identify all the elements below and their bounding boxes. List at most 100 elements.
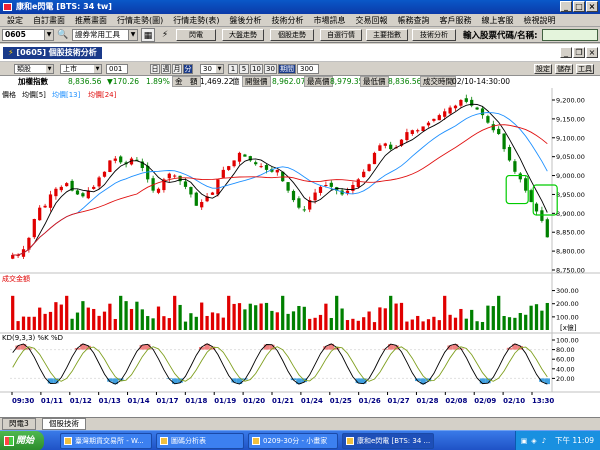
panel-minimize-button[interactable]: _ [560,47,572,58]
candle-body [518,173,522,180]
candle-body [367,164,371,171]
volume-icon[interactable]: ♪ [540,437,548,445]
x-axis-label: 01/17 [156,397,178,405]
task-item-futures[interactable]: 臺灣期貨交易所 - W... [60,433,152,449]
flash-button[interactable]: 閃電 [176,29,216,41]
range-period-button[interactable]: 期間 [278,64,296,74]
close-button[interactable]: × [586,1,598,12]
period-week-button[interactable]: 週 [161,64,171,74]
volume-bar [270,310,274,330]
menu-customer-service[interactable]: 客戶服務 [435,15,477,26]
volume-bar [497,295,501,330]
ma24-line [12,124,548,256]
lightning-icon[interactable]: ⚡ [158,28,172,42]
candle-body [38,207,42,221]
volume-bar [416,315,420,330]
volume-bar [200,302,204,330]
market-select[interactable]: 上市 ▼ [60,64,102,74]
volume-bar [518,312,522,330]
count-field[interactable]: 300 [297,64,319,74]
menu-settings[interactable]: 設定 [2,15,28,26]
volume-bar [351,318,355,330]
volume-bar [394,303,398,330]
volume-bar [65,295,69,330]
range-10-button[interactable]: 10 [250,64,263,74]
candle-body [194,192,198,206]
volume-bar [43,313,47,330]
volume-bar [426,319,431,330]
menu-quote-table[interactable]: 行情走勢(表) [168,15,224,26]
watchlist-button[interactable]: 自選行情 [320,29,362,41]
tab-stock-tech[interactable]: 個股技術 [42,418,86,430]
stock-code-select[interactable]: 0605 ▼ [2,29,54,41]
code-select[interactable]: 001 [106,64,128,74]
range-5-button[interactable]: 5 [239,64,249,74]
menu-market-news[interactable]: 市場訊息 [309,15,351,26]
calculator-icon[interactable]: ▦ [141,28,155,42]
major-index-button[interactable]: 主要指數 [366,29,408,41]
menu-help[interactable]: 檢視說明 [519,15,561,26]
tech-analysis-button[interactable]: 技術分析 [412,29,456,41]
range-30-button[interactable]: 30 [264,64,277,74]
x-axis-label: 01/11 [41,397,63,405]
candle-body [210,192,215,195]
search-icon[interactable]: 🔍 [56,28,70,42]
index-change-pct: 1.89% [146,77,170,86]
volume-bar [54,302,58,330]
panel-restore-button[interactable]: ❐ [573,47,585,58]
menu-online-support[interactable]: 線上客服 [477,15,519,26]
menu-account-query[interactable]: 帳務查詢 [393,15,435,26]
period-minute-button[interactable]: 分 [183,64,193,74]
volume-bar [470,309,474,330]
candle-body [453,105,458,109]
menu-custom-view[interactable]: 自訂畫面 [28,15,70,26]
candle-body [421,126,425,131]
minute-select[interactable]: 30 ▼ [200,64,224,74]
volume-bar [356,320,360,330]
task-item-paint[interactable]: 0209-30分 - 小畫家 [248,433,338,449]
stock-trend-button[interactable]: 個股走勢 [270,29,314,41]
panel-close-button[interactable]: × [586,47,598,58]
candle-body [227,166,231,170]
price-axis-label: 9,200.00 [556,97,585,105]
network-icon[interactable]: ▣ [520,437,528,445]
x-axis-label: 01/14 [128,397,150,405]
menu-trade-report[interactable]: 交易回報 [351,15,393,26]
stock-input-field[interactable] [542,29,598,41]
chart-svg[interactable]: 價格 均價[5] 均價[13] 均價[24] 成交金額 KD(9,3,3) %K %D [x… [0,88,600,417]
volume-bar [173,295,177,330]
chart-area[interactable]: 價格 均價[5] 均價[13] 均價[24] 成交金額 KD(9,3,3) %K %D [x… [0,88,600,417]
task-item-flash[interactable]: 康和e閃電 [BTS: 34 ... [342,433,434,449]
period-day-button[interactable]: 日 [150,64,160,74]
shield-icon[interactable]: ◈ [530,437,538,445]
volume-bar [340,308,344,330]
save-button[interactable]: 儲存 [555,64,573,74]
kd-oversold-area [479,378,486,384]
volume-bar [459,308,463,330]
volume-bar [254,305,258,330]
app-icon [3,3,12,11]
tool-select[interactable]: 證券常用工具 ▼ [72,29,138,41]
x-axis-label: 01/24 [301,397,323,405]
menu-quote-chart[interactable]: 行情走勢(圖) [112,15,168,26]
start-label: 開始 [16,436,35,446]
x-axis-label: 13:30 [532,397,554,405]
task-item-chart-table[interactable]: 圖碼分析表 [156,433,244,449]
tab-flash3[interactable]: 閃電3 [2,418,36,430]
minimize-button[interactable]: _ [560,1,572,12]
range-1-button[interactable]: 1 [228,64,238,74]
candle-body [416,130,420,132]
candle-body [183,181,188,187]
start-button[interactable]: 開始 [0,431,44,450]
market-trend-button[interactable]: 大盤走勢 [222,29,264,41]
tools-button[interactable]: 工具 [576,64,594,74]
price-axis-label: 9,100.00 [556,134,585,142]
candle-body [102,171,107,177]
menu-after-market[interactable]: 盤後分析 [225,15,267,26]
menu-technical-analysis[interactable]: 技術分析 [267,15,309,26]
settings-button[interactable]: 設定 [534,64,552,74]
menu-recommended-view[interactable]: 推薦畫面 [70,15,112,26]
maximize-button[interactable]: □ [573,1,585,12]
category-select[interactable]: 類股 ▼ [14,64,54,74]
period-month-button[interactable]: 月 [172,64,182,74]
